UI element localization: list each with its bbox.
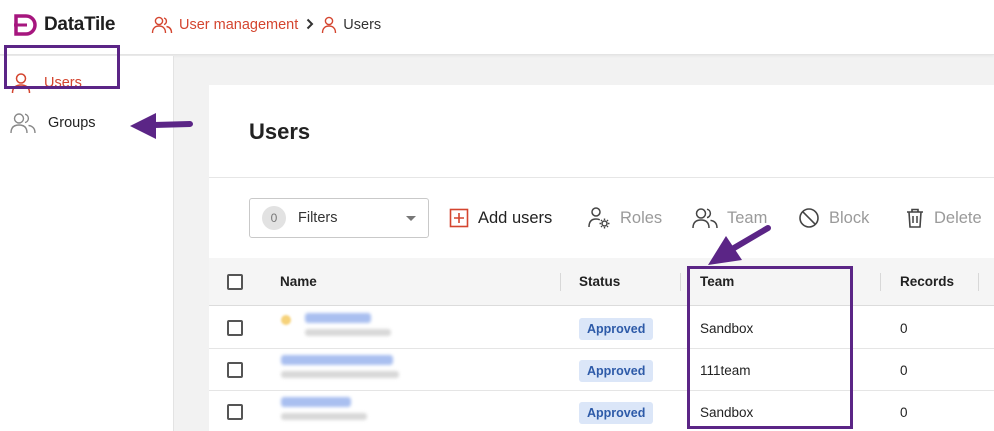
records-cell: 0 (900, 405, 908, 420)
row-checkbox[interactable] (227, 320, 243, 336)
caret-down-icon (406, 216, 416, 221)
users-group-icon (10, 113, 36, 134)
annotation-arrow-icon (130, 113, 193, 139)
breadcrumb-parent[interactable]: User management (151, 16, 298, 34)
records-cell: 0 (900, 363, 908, 378)
column-separator[interactable] (560, 273, 561, 291)
add-users-button[interactable]: Add users (449, 205, 552, 231)
select-all-checkbox[interactable] (227, 274, 243, 290)
redacted-user-name[interactable] (281, 355, 393, 365)
add-users-label: Add users (478, 208, 553, 227)
groups-highlight-box (4, 45, 120, 89)
status-badge: Approved (579, 402, 654, 424)
table-row[interactable]: Approved Sandbox 0 (209, 307, 994, 349)
table-row[interactable]: Approved 111team 0 (209, 349, 994, 391)
users-group-icon (151, 16, 173, 34)
redacted-user-name[interactable] (281, 397, 351, 407)
favorite-icon (281, 315, 291, 325)
app-name: DataTile (44, 14, 116, 35)
annotation-arrow-icon (708, 225, 771, 265)
table-row[interactable]: Approved Sandbox 0 (209, 391, 994, 431)
sidebar-item-label: Groups (48, 115, 96, 131)
redacted-user-email (281, 413, 367, 420)
column-separator[interactable] (978, 273, 979, 291)
block-icon (799, 208, 819, 228)
filters-label: Filters (298, 210, 338, 226)
redacted-user-email (281, 371, 399, 378)
divider (209, 177, 994, 178)
filters-count-badge: 0 (262, 206, 286, 230)
row-checkbox[interactable] (227, 362, 243, 378)
breadcrumb-current: Users (321, 16, 381, 34)
column-header-name[interactable]: Name (280, 274, 317, 289)
block-label: Block (829, 208, 870, 227)
status-badge: Approved (579, 360, 654, 382)
column-header-records[interactable]: Records (900, 274, 954, 289)
user-gear-icon (588, 207, 610, 229)
user-icon (322, 16, 337, 34)
table-header: Name Status Team Records (209, 258, 994, 306)
breadcrumb-chevron-icon (306, 18, 314, 33)
column-separator[interactable] (880, 273, 881, 291)
page-title: Users (249, 119, 311, 144)
trash-icon (907, 208, 923, 228)
users-card: Users 0 Filters Add users Roles Team Blo… (209, 85, 994, 431)
datatile-logo-icon (14, 14, 37, 36)
breadcrumb-parent-label[interactable]: User management (179, 17, 298, 33)
roles-button[interactable]: Roles (587, 205, 662, 231)
status-badge: Approved (579, 318, 654, 340)
redacted-user-name[interactable] (305, 313, 371, 323)
column-separator[interactable] (680, 273, 681, 291)
delete-button[interactable]: Delete (905, 205, 982, 231)
column-header-status[interactable]: Status (579, 274, 620, 289)
top-bar: DataTile User management Users (0, 0, 994, 55)
breadcrumb: User management Users (151, 14, 381, 36)
breadcrumb-current-label: Users (343, 17, 382, 33)
row-checkbox[interactable] (227, 404, 243, 420)
plus-square-icon (449, 208, 469, 228)
app-logo[interactable]: DataTile (14, 13, 115, 37)
block-button[interactable]: Block (798, 205, 869, 231)
delete-label: Delete (934, 208, 982, 227)
records-cell: 0 (900, 321, 908, 336)
team-column-highlight-box (687, 266, 853, 429)
roles-label: Roles (620, 208, 663, 227)
filters-dropdown[interactable]: 0 Filters (249, 198, 429, 238)
redacted-user-email (305, 329, 391, 336)
